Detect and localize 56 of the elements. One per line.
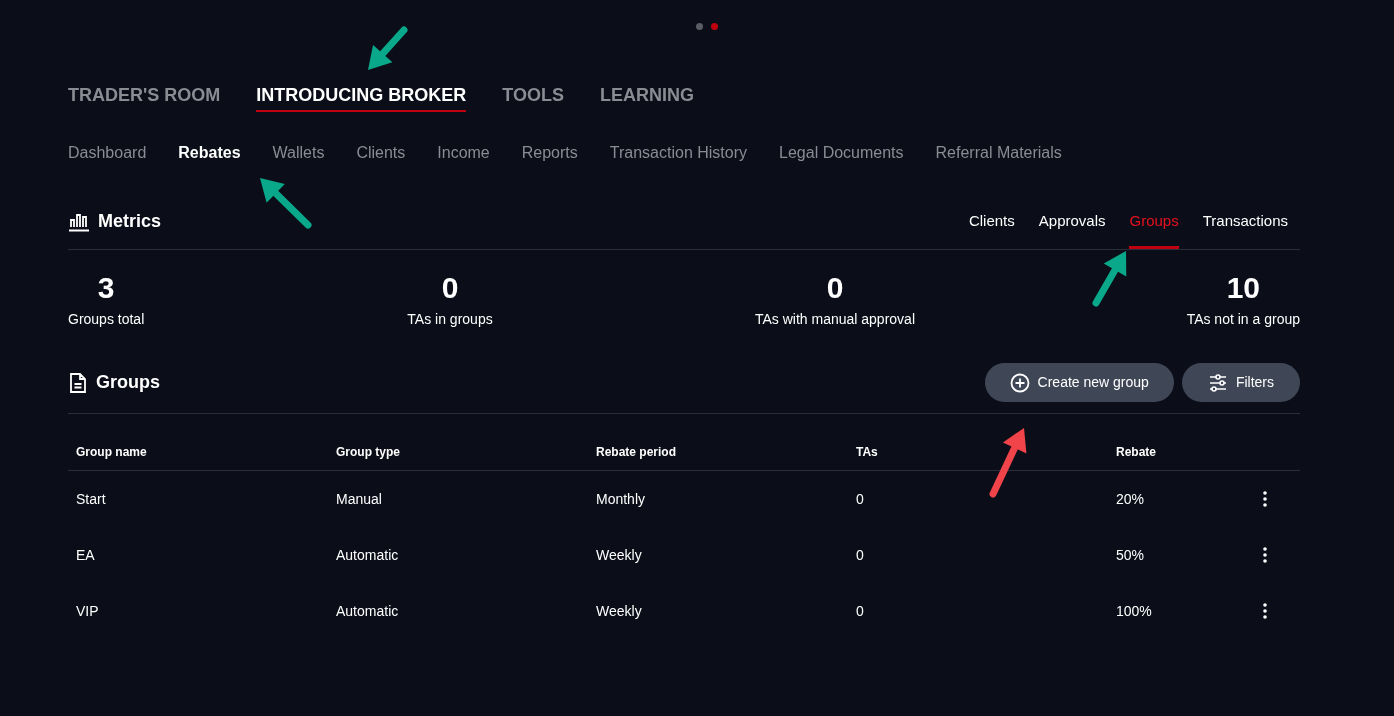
table-cell-text: 20% <box>1116 489 1146 509</box>
sub-nav-tab[interactable]: Clients <box>356 141 406 165</box>
column-header: Group type <box>336 444 401 461</box>
table-cell-text: 0 <box>856 489 865 509</box>
kebab-icon <box>1263 603 1267 619</box>
sub-nav-tab[interactable]: Referral Materials <box>935 141 1062 165</box>
table-cell-text: Start <box>76 489 107 509</box>
metrics-tab[interactable]: Transactions <box>1202 209 1288 249</box>
sub-nav-tab[interactable]: Rebates <box>178 141 241 165</box>
sub-nav-tab[interactable]: Dashboard <box>68 141 147 165</box>
table-cell-text: Weekly <box>596 545 643 565</box>
create-group-button[interactable]: Create new group <box>984 363 1174 402</box>
main-nav-tab[interactable]: TOOLS <box>502 82 564 112</box>
column-header: Rebate period <box>596 444 677 461</box>
column-header: Group name <box>76 444 148 461</box>
metrics-tab[interactable]: Approvals <box>1038 209 1106 249</box>
bar-chart-icon <box>68 211 90 232</box>
sub-nav-tab[interactable]: Wallets <box>272 141 325 165</box>
stat-label: TAs in groups <box>407 310 493 329</box>
table-cell-text: 0 <box>856 545 865 565</box>
sub-nav-tab[interactable]: Transaction History <box>609 141 748 165</box>
document-icon <box>68 371 88 394</box>
table-cell-text: Automatic <box>336 545 400 565</box>
section-title: Metrics <box>98 210 162 233</box>
stat-value: 10 <box>1226 270 1260 306</box>
stat-value: 3 <box>97 270 115 306</box>
kebab-icon <box>1263 547 1267 563</box>
main-nav-tab[interactable]: LEARNING <box>599 82 694 112</box>
stat-value: 0 <box>826 270 844 306</box>
sub-nav-tab[interactable]: Income <box>437 141 490 165</box>
section-title: Groups <box>96 371 160 394</box>
table-cell-text: EA <box>76 545 96 565</box>
sub-nav-tab[interactable]: Reports <box>521 141 578 165</box>
table-cell-text: 50% <box>1116 545 1146 565</box>
metrics-tab[interactable]: Clients <box>968 209 1015 249</box>
table-cell-text: 0 <box>856 601 865 621</box>
table-cell-text: 100% <box>1116 601 1153 621</box>
column-header: TAs <box>856 444 879 461</box>
table-cell-text: VIP <box>76 601 100 621</box>
table-cell-text: Manual <box>336 489 383 509</box>
sliders-icon <box>1207 372 1228 393</box>
table-cell-text: Automatic <box>336 601 400 621</box>
main-nav-tab[interactable]: TRADER'S ROOM <box>68 82 221 112</box>
stat-value: 0 <box>441 270 459 306</box>
main-nav-tab[interactable]: INTRODUCING BROKER <box>256 82 467 112</box>
table-cell-text: Monthly <box>596 489 647 509</box>
sub-nav-tab[interactable]: Legal Documents <box>779 141 904 165</box>
plus-circle-icon <box>1009 372 1030 393</box>
stat-label: Groups total <box>68 310 145 329</box>
filters-button[interactable]: Filters <box>1181 363 1300 402</box>
stat-label: TAs not in a group <box>1186 310 1300 329</box>
metrics-tab[interactable]: Groups <box>1129 209 1179 249</box>
table-cell-text: Weekly <box>596 601 643 621</box>
column-header: Rebate <box>1116 444 1157 461</box>
stat-label: TAs with manual approval <box>754 310 915 329</box>
kebab-icon <box>1263 491 1267 507</box>
